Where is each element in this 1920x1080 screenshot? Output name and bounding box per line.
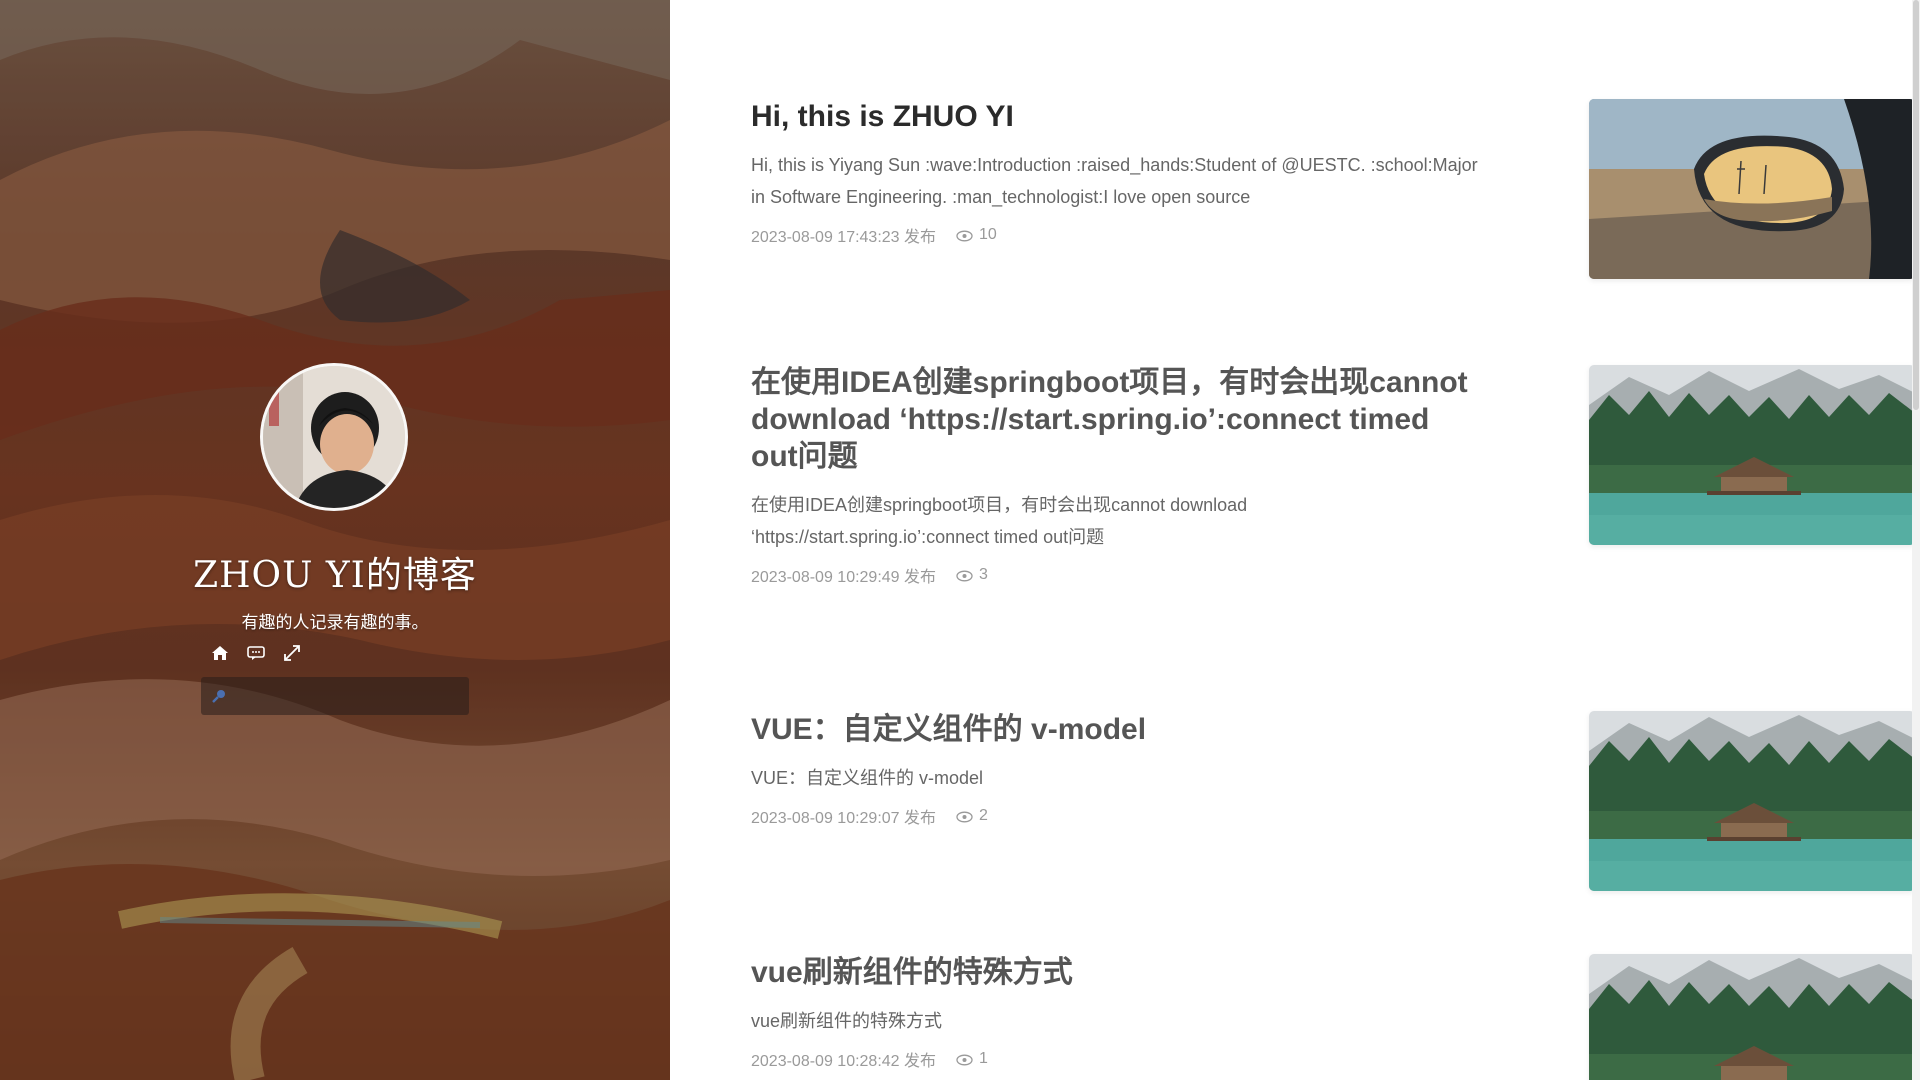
post-date: 2023-08-09 10:29:07 发布 <box>751 810 937 827</box>
post-summary: Hi, this is Yiyang Sun :wave:Introductio… <box>751 155 1478 207</box>
post-date: 2023-08-09 17:43:23 发布 <box>751 229 937 246</box>
post-views: 3 <box>979 566 988 583</box>
site-title: ZHOU YI的博客 <box>193 555 477 596</box>
hero-panel: ZHOU YI的博客 有趣的人记录有趣的事。 <box>0 0 670 1080</box>
search-icon <box>211 688 227 704</box>
post-item[interactable]: VUE：自定义组件的 v-model VUE：自定义组件的 v-model 20… <box>751 711 1915 891</box>
post-title[interactable]: vue刷新组件的特殊方式 <box>751 954 1481 991</box>
post-thumbnail[interactable] <box>1589 954 1915 1080</box>
scrollbar-thumb[interactable] <box>1913 0 1919 410</box>
post-title[interactable]: Hi, this is ZHUO YI <box>751 98 1481 135</box>
post-meta: 2023-08-09 10:29:49 发布 3 <box>751 563 1836 587</box>
post-summary: 在使用IDEA创建springboot项目，有时会出现cannot downlo… <box>751 495 1248 547</box>
lake-cabin-photo <box>1589 365 1915 545</box>
post-date: 2023-08-09 10:28:42 发布 <box>751 1053 937 1070</box>
post-title[interactable]: VUE：自定义组件的 v-model <box>751 711 1481 748</box>
avatar-portrait-image <box>263 366 405 508</box>
post-item[interactable]: vue刷新组件的特殊方式 vue刷新组件的特殊方式 2023-08-09 10:… <box>751 954 1915 1080</box>
hero-icon-bar <box>210 643 302 663</box>
avatar[interactable] <box>260 363 408 511</box>
post-thumbnail[interactable] <box>1589 365 1915 545</box>
search-input[interactable] <box>233 677 467 717</box>
post-item[interactable]: 在使用IDEA创建springboot项目，有时会出现cannot downlo… <box>751 364 1915 587</box>
eye-icon <box>956 229 973 242</box>
post-summary: VUE：自定义组件的 v-model <box>751 768 984 788</box>
post-title[interactable]: 在使用IDEA创建springboot项目，有时会出现cannot downlo… <box>751 364 1481 475</box>
post-list: Hi, this is ZHUO YI Hi, this is Yiyang S… <box>670 0 1920 1080</box>
home-icon[interactable] <box>210 643 230 663</box>
eye-icon <box>956 810 973 823</box>
site-subtitle: 有趣的人记录有趣的事。 <box>241 613 429 633</box>
comment-icon[interactable] <box>246 643 266 663</box>
post-views: 10 <box>979 226 997 243</box>
search-box[interactable] <box>201 677 469 717</box>
post-date: 2023-08-09 10:29:49 发布 <box>751 569 937 586</box>
post-views: 2 <box>979 807 988 824</box>
post-thumbnail[interactable] <box>1589 99 1915 279</box>
eye-icon <box>956 569 973 582</box>
post-summary: vue刷新组件的特殊方式 <box>751 1011 943 1031</box>
post-item[interactable]: Hi, this is ZHUO YI Hi, this is Yiyang S… <box>751 98 1915 279</box>
scrollbar[interactable] <box>1912 0 1920 1080</box>
car-mirror-photo <box>1589 99 1915 279</box>
fullscreen-icon[interactable] <box>282 643 302 663</box>
post-views: 1 <box>979 1050 988 1067</box>
lake-cabin-photo <box>1589 711 1915 891</box>
post-thumbnail[interactable] <box>1589 711 1915 891</box>
lake-cabin-photo <box>1589 954 1915 1080</box>
eye-icon <box>956 1053 973 1066</box>
